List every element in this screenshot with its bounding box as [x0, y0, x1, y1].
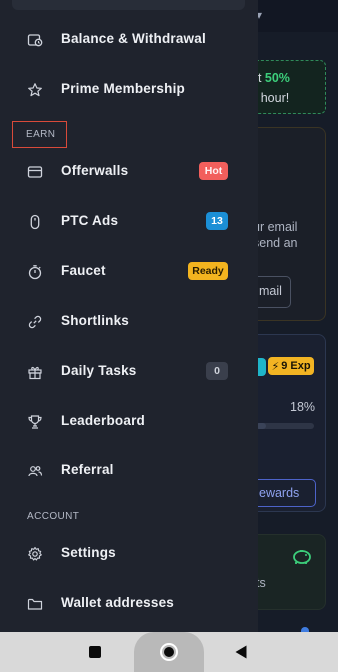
- promo-highlight: 50%: [264, 71, 290, 85]
- menu-label: Offerwalls: [61, 163, 129, 178]
- navigation-drawer: Balance & Withdrawal Prime Membership EA…: [0, 0, 258, 632]
- count-badge: 0: [206, 362, 228, 380]
- menu-item-faucet[interactable]: Faucet Ready: [0, 250, 258, 294]
- exp-badge: ⚡ 9 Exp: [268, 357, 314, 375]
- recents-square-icon[interactable]: [89, 646, 101, 658]
- email-card-text-2: send an: [253, 236, 298, 250]
- menu-item-balance-withdrawal[interactable]: Balance & Withdrawal: [0, 18, 258, 62]
- mouse-icon: [27, 214, 43, 230]
- menu-label: PTC Ads: [61, 213, 119, 228]
- section-header-earn: EARN: [12, 121, 67, 148]
- wallet-clock-icon: [27, 32, 43, 48]
- users-icon: [27, 463, 43, 479]
- home-dot: [164, 647, 174, 657]
- drawer-header-card: [12, 0, 245, 10]
- send-email-label: mail: [259, 284, 282, 298]
- menu-label: Daily Tasks: [61, 363, 137, 378]
- view-rewards-label: ewards: [259, 486, 300, 500]
- menu-label: Referral: [61, 462, 114, 477]
- menu-label: Shortlinks: [61, 313, 130, 328]
- card-icon: [27, 164, 43, 180]
- link-icon: [27, 314, 43, 330]
- menu-item-referral[interactable]: Referral: [0, 449, 258, 493]
- menu-item-offerwalls[interactable]: Offerwalls Hot: [0, 150, 258, 194]
- ready-badge: Ready: [188, 262, 228, 280]
- lightning-icon: ⚡: [271, 360, 280, 373]
- menu-item-ptc-ads[interactable]: PTC Ads 13: [0, 200, 258, 244]
- menu-item-settings[interactable]: Settings: [0, 532, 258, 576]
- menu-label: Prime Membership: [61, 81, 185, 96]
- section-title: EARN: [26, 129, 56, 140]
- back-triangle-icon[interactable]: [235, 645, 247, 659]
- section-header-account: ACCOUNT: [27, 511, 80, 522]
- menu-label: Faucet: [61, 263, 106, 278]
- menu-label: Leaderboard: [61, 413, 145, 428]
- menu-item-shortlinks[interactable]: Shortlinks: [0, 300, 258, 344]
- email-card-text-1: ur email: [253, 220, 298, 234]
- menu-item-wallet-addresses[interactable]: Wallet addresses: [0, 582, 258, 626]
- menu-label: Settings: [61, 545, 116, 560]
- folder-icon: [27, 596, 43, 612]
- menu-item-daily-tasks[interactable]: Daily Tasks 0: [0, 350, 258, 394]
- menu-label: Wallet addresses: [61, 595, 174, 610]
- menu-item-leaderboard[interactable]: Leaderboard: [0, 400, 258, 444]
- menu-item-prime-membership[interactable]: Prime Membership: [0, 68, 258, 112]
- gear-icon: [27, 546, 43, 562]
- piggy-bank-icon: [293, 550, 311, 564]
- trophy-icon: [27, 414, 43, 430]
- menu-label: Balance & Withdrawal: [61, 31, 206, 46]
- exp-label: 9 Exp: [281, 360, 311, 372]
- gift-icon: [27, 364, 43, 380]
- count-badge: 13: [206, 212, 228, 230]
- hot-badge: Hot: [199, 162, 228, 180]
- timer-icon: [27, 264, 43, 280]
- level-progress-text: 18%: [290, 400, 316, 414]
- star-icon: [27, 82, 43, 98]
- level-progress-bar: [256, 423, 314, 429]
